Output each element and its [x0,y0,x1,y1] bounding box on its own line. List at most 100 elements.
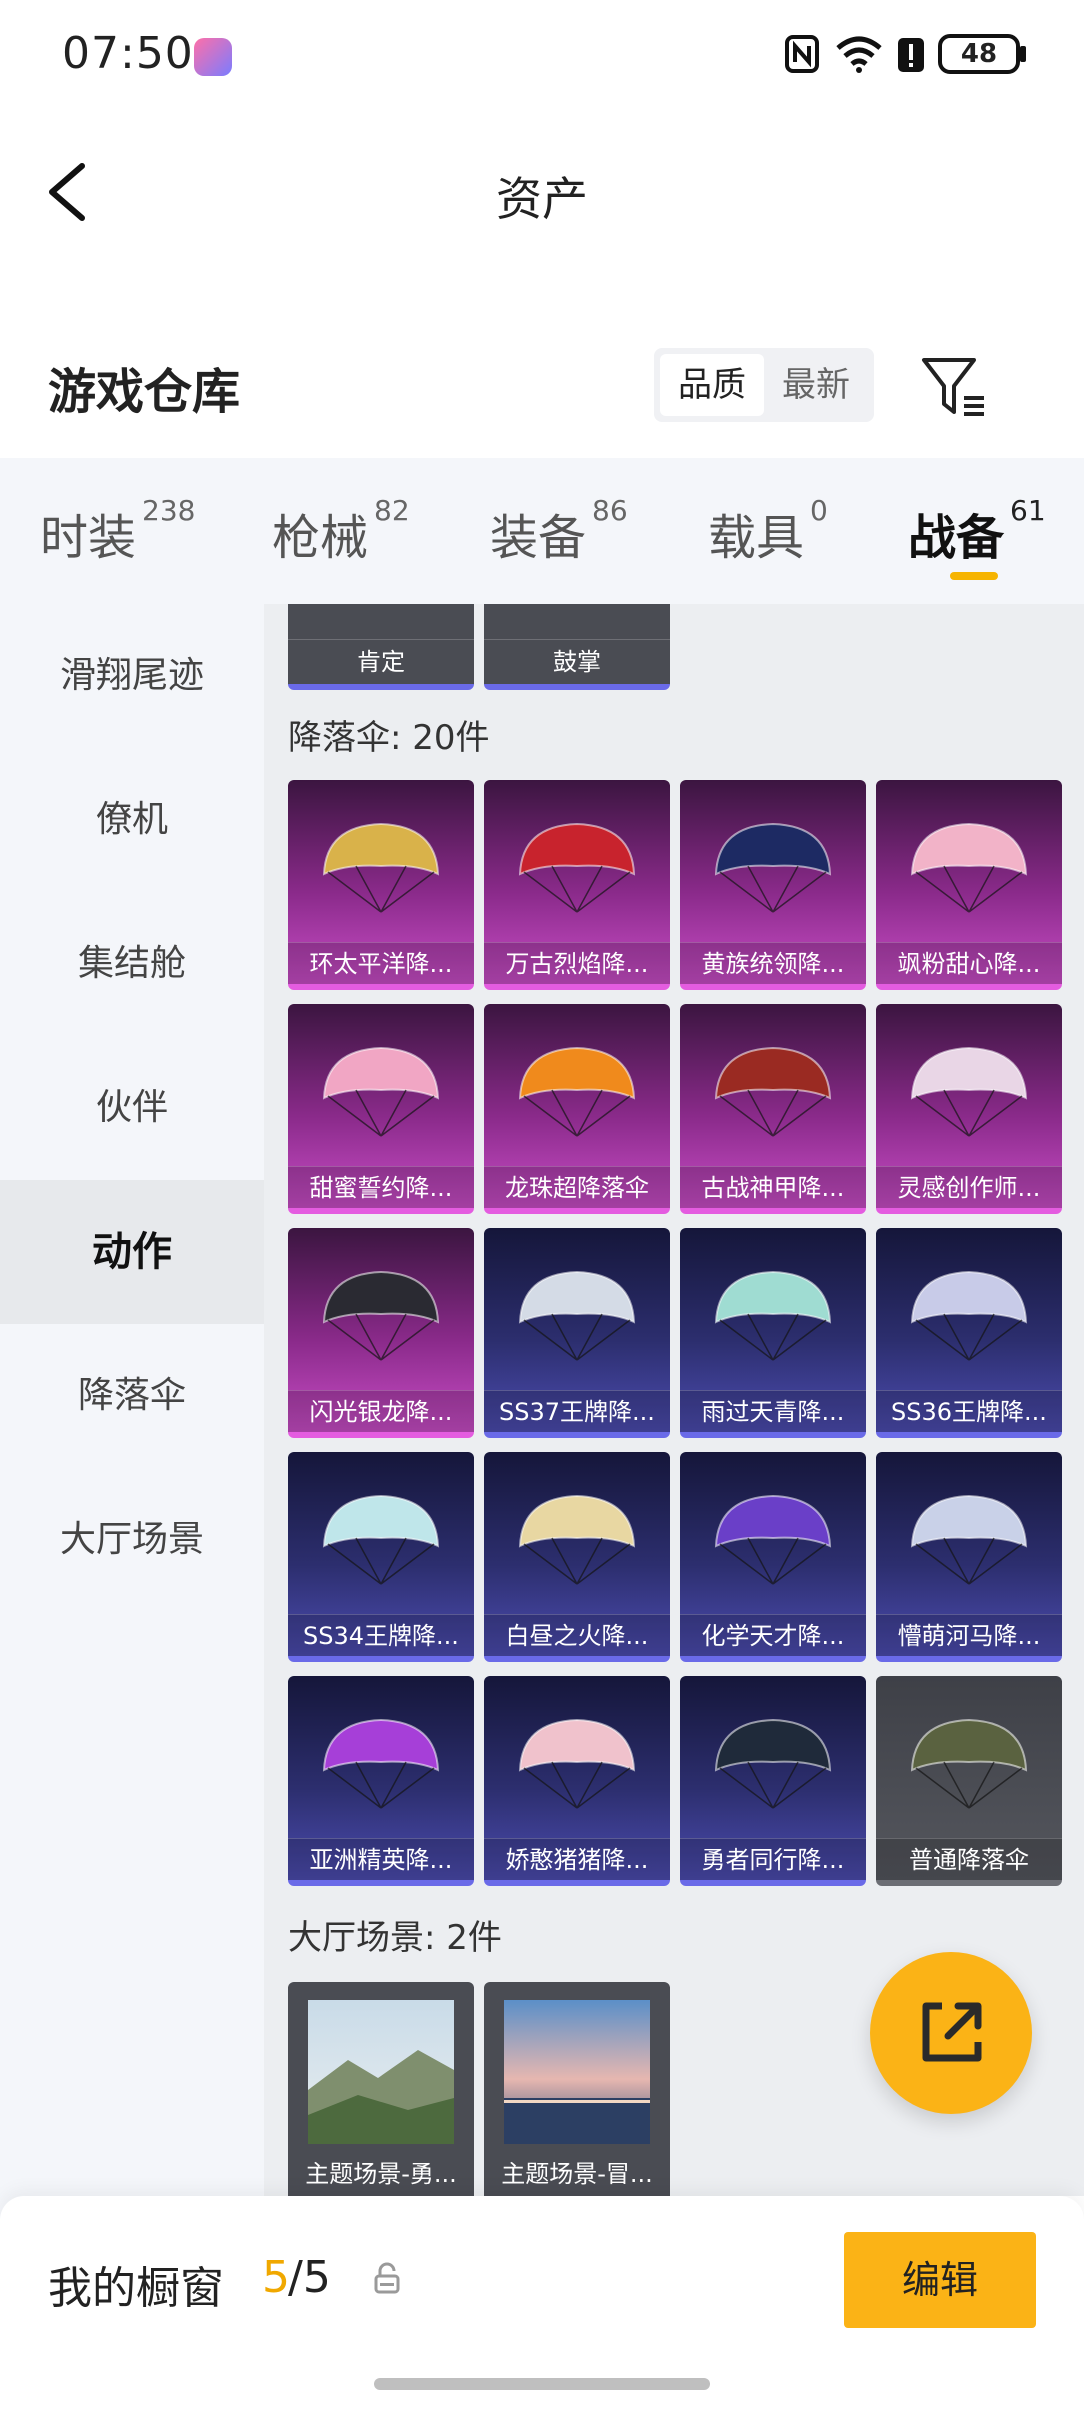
share-button[interactable] [870,1952,1032,2114]
parachute-item[interactable]: 灵感创作师... [876,1004,1062,1214]
parachute-name: 龙珠超降落伞 [484,1166,670,1208]
status-bar: 07:50 48 [0,0,1084,110]
lobby-scene-item[interactable]: 主题场景-冒... [484,1982,670,2196]
parachute-icon [322,1718,440,1809]
parachute-icon [322,1046,440,1137]
parachute-icon [518,1046,636,1137]
parachute-item[interactable]: SS36王牌降... [876,1228,1062,1438]
parachute-item[interactable]: 万古烈焰降... [484,780,670,990]
tab-combat-prep[interactable]: 战备 61 [908,494,1046,568]
tab-weapons[interactable]: 枪械 82 [272,494,410,568]
battery-icon: 48 [938,34,1020,74]
parachute-icon [714,1718,832,1809]
parachute-item[interactable]: 普通降落伞 [876,1676,1062,1886]
tab-vehicles[interactable]: 载具 0 [708,494,828,568]
active-tab-indicator [950,572,998,580]
lobby-group-label: 大厅场景: 2件 [288,1918,502,1958]
parachute-name: 甜蜜誓约降... [288,1166,474,1208]
sidebar-item-wingman[interactable]: 僚机 [0,748,264,892]
parachute-name: 闪光银龙降... [288,1390,474,1432]
parachute-icon [322,1494,440,1585]
parachute-icon [910,1718,1028,1809]
parachute-name: 亚洲精英降... [288,1838,474,1880]
sort-newest-button[interactable]: 最新 [764,354,868,416]
page-title: 资产 [496,172,588,226]
parachute-name: SS37王牌降... [484,1390,670,1432]
lobby-scene-thumbnail [504,2000,650,2144]
sidebar-item-companion[interactable]: 伙伴 [0,1036,264,1180]
parachute-icon [910,1494,1028,1585]
lock-icon [372,2262,402,2294]
home-indicator[interactable] [374,2378,710,2390]
parachute-name: 娇憨猪猪降... [484,1838,670,1880]
share-icon [922,2002,982,2062]
parachute-item[interactable]: SS37王牌降... [484,1228,670,1438]
action-item-affirm[interactable]: 肯定 [288,604,474,690]
sidebar-item-lobby-scene[interactable]: 大厅场景 [0,1468,264,1612]
status-time: 07:50 [62,28,194,79]
parachute-item[interactable]: 化学天才降... [680,1452,866,1662]
nfc-icon [784,34,820,78]
parachute-item[interactable]: 黄族统领降... [680,780,866,990]
parachute-icon [518,1494,636,1585]
parachute-item[interactable]: 懵萌河马降... [876,1452,1062,1662]
parachute-item[interactable]: 勇者同行降... [680,1676,866,1886]
parachute-name: 黄族统领降... [680,942,866,984]
showcase-label: 我的橱窗 [48,2263,224,2314]
sidebar-item-parachute[interactable]: 降落伞 [0,1324,264,1468]
sidebar-item-rally-pod[interactable]: 集结舱 [0,892,264,1036]
parachute-item[interactable]: 龙珠超降落伞 [484,1004,670,1214]
edit-button[interactable]: 编辑 [844,2232,1036,2328]
parachute-item[interactable]: 亚洲精英降... [288,1676,474,1886]
sidebar-item-actions[interactable]: 动作 [0,1180,264,1324]
category-tabs: 时装 238 枪械 82 装备 86 载具 0 战备 61 [0,458,1084,604]
parachute-item[interactable]: SS34王牌降... [288,1452,474,1662]
wifi-icon [834,34,884,78]
showcase-count-total: /5 [288,2252,331,2303]
parachute-icon [910,822,1028,913]
parachute-item[interactable]: 环太平洋降... [288,780,474,990]
parachute-name: 白昼之火降... [484,1614,670,1656]
action-item-applause[interactable]: 鼓掌 [484,604,670,690]
parachute-name: 懵萌河马降... [876,1614,1062,1656]
battery-tip [1020,46,1026,62]
parachute-icon [322,822,440,913]
parachute-item[interactable]: 雨过天青降... [680,1228,866,1438]
filter-icon[interactable] [920,356,990,420]
section-title: 游戏仓库 [48,364,241,420]
lobby-scene-item[interactable]: 主题场景-勇... [288,1982,474,2196]
parachute-icon [714,1046,832,1137]
parachute-name: 普通降落伞 [876,1838,1062,1880]
lobby-scene-thumbnail [308,2000,454,2144]
parachute-name: 环太平洋降... [288,942,474,984]
parachute-icon [322,1270,440,1361]
sidebar: 滑翔尾迹 僚机 集结舱 伙伴 动作 降落伞 大厅场景 [0,604,264,2304]
parachute-name: 古战神甲降... [680,1166,866,1208]
parachute-group-label: 降落伞: 20件 [288,718,490,758]
app-notification-icon [194,38,232,76]
parachute-icon [714,1270,832,1361]
parachute-name: SS36王牌降... [876,1390,1062,1432]
parachute-item[interactable]: 娇憨猪猪降... [484,1676,670,1886]
sort-quality-button[interactable]: 品质 [660,354,764,416]
parachute-item[interactable]: 甜蜜誓约降... [288,1004,474,1214]
showcase-count-used: 5 [262,2252,290,2303]
parachute-name: 化学天才降... [680,1614,866,1656]
tab-fashion[interactable]: 时装 238 [40,494,195,568]
parachute-item[interactable]: 古战神甲降... [680,1004,866,1214]
parachute-icon [714,822,832,913]
tab-equipment[interactable]: 装备 86 [490,494,628,568]
parachute-icon [714,1494,832,1585]
parachute-item[interactable]: 飒粉甜心降... [876,780,1062,990]
parachute-item[interactable]: 闪光银龙降... [288,1228,474,1438]
parachute-item[interactable]: 白昼之火降... [484,1452,670,1662]
parachute-icon [518,1718,636,1809]
parachute-icon [518,822,636,913]
sidebar-item-glide-trail[interactable]: 滑翔尾迹 [0,604,264,748]
alert-icon [896,34,926,78]
sort-segmented-control: 品质 最新 [654,348,874,422]
parachute-name: SS34王牌降... [288,1614,474,1656]
parachute-name: 灵感创作师... [876,1166,1062,1208]
parachute-name: 勇者同行降... [680,1838,866,1880]
parachute-icon [910,1270,1028,1361]
